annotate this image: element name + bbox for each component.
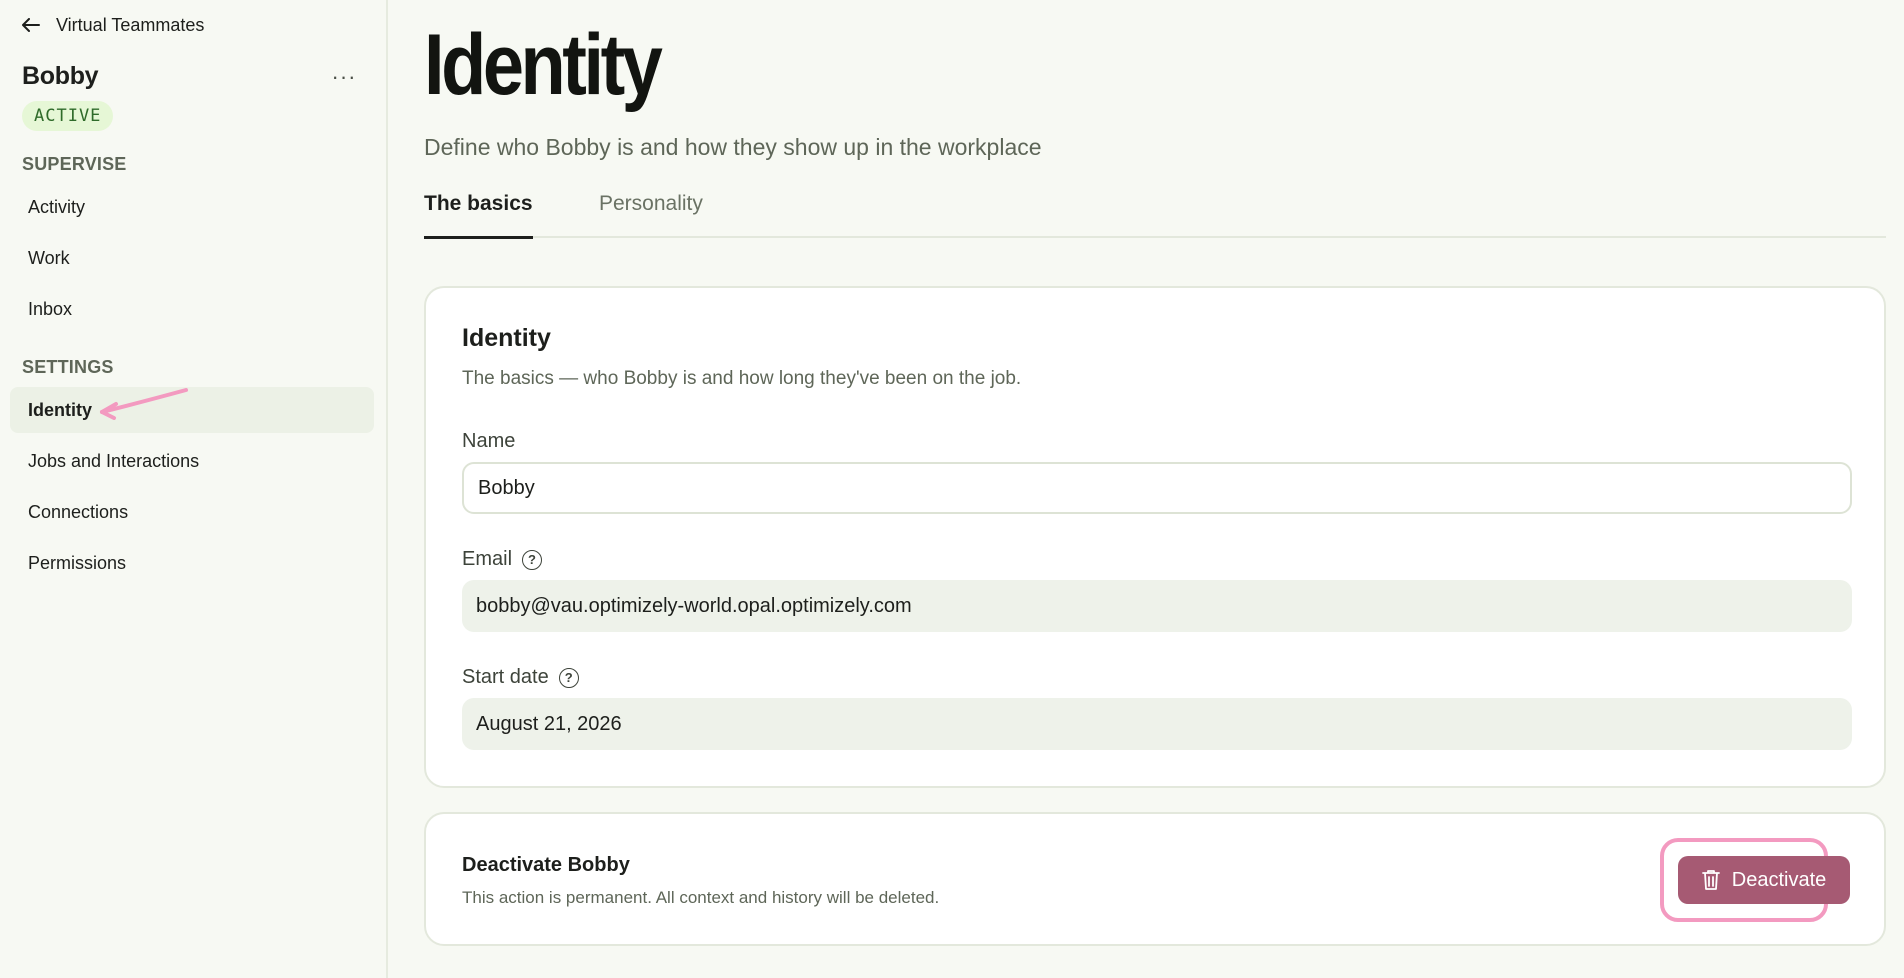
back-link[interactable]: Virtual Teammates — [22, 12, 204, 38]
sidebar-item-identity[interactable]: Identity — [10, 387, 374, 433]
page-title: Identity — [424, 17, 663, 113]
section-label-settings: SETTINGS — [22, 357, 114, 377]
deactivate-button-label: Deactivate — [1731, 868, 1827, 891]
back-link-label: Virtual Teammates — [56, 14, 205, 35]
start-date-field: August 21, 2026 — [462, 698, 1852, 750]
sidebar-item-label: Permissions — [28, 552, 127, 573]
trash-icon — [1701, 870, 1720, 890]
more-options-button[interactable]: ··· — [330, 64, 358, 90]
start-date-label-text: Start date — [462, 666, 549, 688]
sidebar-item-label: Jobs and Interactions — [28, 450, 200, 471]
deactivate-description: This action is permanent. All context an… — [462, 888, 940, 907]
sidebar-item-connections[interactable]: Connections — [10, 489, 374, 535]
deactivate-title: Deactivate Bobby — [462, 854, 630, 876]
email-field: bobby@vau.optimizely-world.opal.optimize… — [462, 580, 1852, 632]
sidebar-item-label: Connections — [28, 501, 129, 522]
name-label-text: Name — [462, 430, 516, 452]
deactivate-button[interactable]: Deactivate — [1678, 856, 1850, 904]
sidebar-item-work[interactable]: Work — [10, 235, 374, 281]
name-field[interactable] — [462, 462, 1852, 514]
name-label: Name — [462, 430, 515, 453]
sidebar-item-label: Identity — [28, 399, 93, 420]
page-subtitle: Define who Bobby is and how they show up… — [424, 134, 1042, 160]
sidebar-item-label: Inbox — [28, 298, 73, 319]
sidebar-item-activity[interactable]: Activity — [10, 184, 374, 230]
sidebar-item-jobs-and-interactions[interactable]: Jobs and Interactions — [10, 438, 374, 484]
sidebar-item-permissions[interactable]: Permissions — [10, 540, 374, 586]
tab-personality[interactable]: Personality — [599, 192, 703, 236]
deactivate-card: Deactivate Bobby This action is permanen… — [424, 812, 1886, 946]
sidebar-item-label: Activity — [28, 196, 86, 217]
start-date-label: Start date ? — [462, 666, 579, 689]
sidebar: Virtual Teammates Bobby ··· ACTIVE SUPER… — [0, 0, 388, 978]
card-description: The basics — who Bobby is and how long t… — [462, 368, 1022, 389]
email-label-text: Email — [462, 548, 513, 570]
question-circle-icon[interactable]: ? — [522, 549, 543, 570]
tab-bar: The basics Personality — [424, 188, 1886, 239]
email-label: Email ? — [462, 548, 543, 571]
main-content: Identity Define who Bobby is and how the… — [388, 0, 1904, 978]
sidebar-item-inbox[interactable]: Inbox — [10, 286, 374, 332]
question-circle-icon[interactable]: ? — [558, 667, 579, 688]
tab-the-basics[interactable]: The basics — [424, 192, 533, 239]
arrow-left-icon — [22, 18, 40, 32]
sidebar-item-label: Work — [28, 247, 70, 268]
card-title: Identity — [462, 324, 551, 352]
section-label-supervise: SUPERVISE — [22, 154, 127, 174]
status-badge: ACTIVE — [22, 101, 114, 131]
agent-name: Bobby — [22, 62, 99, 90]
identity-card: Identity The basics — who Bobby is and h… — [424, 286, 1886, 788]
